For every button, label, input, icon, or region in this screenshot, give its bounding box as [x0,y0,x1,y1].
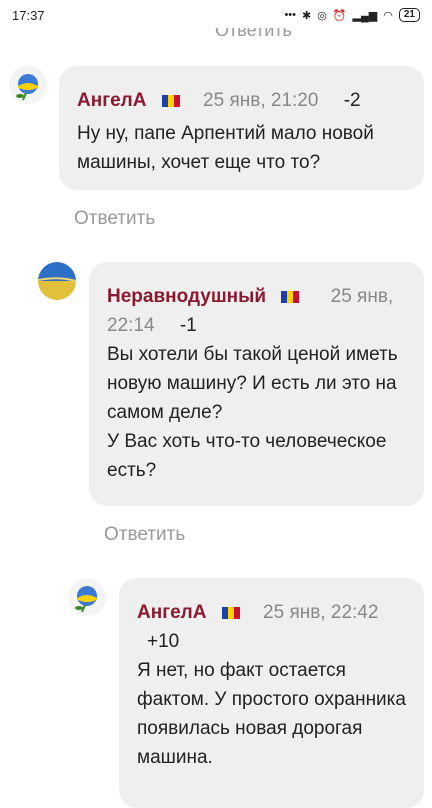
status-time: 17:37 [12,7,45,23]
comment-author[interactable]: АнгелА [137,602,206,623]
rose-avatar[interactable] [68,578,106,616]
bluetooth-icon: ✱ [302,9,312,22]
comment-score: -2 [343,90,361,111]
ukraine-flag-icon [221,606,240,619]
hd-icon: ◎ [317,9,327,22]
comment-author[interactable]: АнгелА [77,90,146,111]
reply-button[interactable]: Ответить [74,208,155,230]
ukraine-flag-icon [161,94,180,107]
comment-score: +10 [147,631,180,652]
status-bar: 17:37 ••• ✱ ◎ ⏰ ▂▄▆ ◠ 21 [0,0,432,30]
comment-text: Ну ну, папе Арпентий мало новой машины, … [77,123,374,173]
status-icons: ••• ✱ ◎ ⏰ ▂▄▆ ◠ 21 [284,8,420,22]
signal-icon: ▂▄▆ [352,9,378,22]
comment-author[interactable]: Неравнодушный [107,286,266,307]
field-avatar[interactable] [38,262,76,300]
alarm-icon: ⏰ [332,9,347,22]
reply-button[interactable]: Ответить [104,524,185,546]
comment-date: 25 янв, 21:20 [203,90,319,111]
rose-avatar[interactable] [9,66,47,104]
ukraine-flag-icon [281,290,300,303]
comment-text: Вы хотели бы такой ценой иметь новую маш… [107,344,398,481]
battery-icon: 21 [398,8,420,22]
comment-text: Я нет, но факт остается фактом. У просто… [137,660,406,768]
comment-bubble: АнгелА 25 янв, 21:20 -2 Ну ну, папе Арпе… [59,66,424,190]
comment-bubble: АнгелА 25 янв, 22:42 +10 Я нет, но факт … [119,578,424,808]
comment-score: -1 [179,315,197,336]
wifi-icon: ◠ [383,9,393,22]
comment-date: 25 янв, 22:42 [263,602,379,623]
comment-bubble: Неравнодушный 25 янв, 22:14 -1 Вы хотели… [89,262,424,506]
more-dots-icon: ••• [284,9,297,21]
